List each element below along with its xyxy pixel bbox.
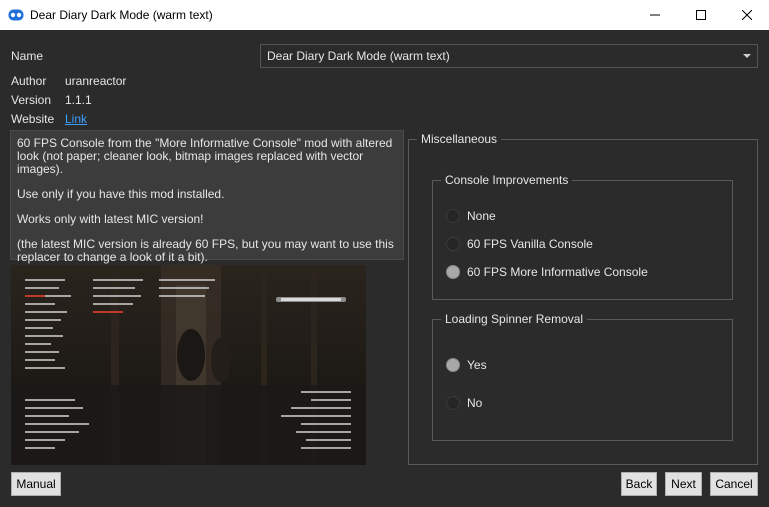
author-value: uranreactor	[65, 74, 127, 88]
radio-label: None	[467, 209, 496, 223]
loading-spinner-group	[432, 319, 733, 441]
version-value: 1.1.1	[65, 93, 92, 107]
title-bar: Dear Diary Dark Mode (warm text)	[0, 0, 769, 30]
minimize-icon	[650, 14, 660, 16]
radio-label: No	[467, 396, 483, 410]
maximize-icon	[696, 10, 706, 20]
cancel-button[interactable]: Cancel	[710, 472, 758, 496]
description-paragraph: Use only if you have this mod installed.	[17, 187, 225, 201]
author-label: Author	[11, 74, 47, 88]
radio-button-selected[interactable]	[446, 358, 460, 372]
website-label: Website	[11, 112, 55, 126]
console-improvements-title: Console Improvements	[441, 173, 573, 187]
radio-label: 60 FPS More Informative Console	[467, 265, 648, 279]
description-paragraph: Works only with latest MIC version!	[17, 212, 204, 226]
name-label: Name	[11, 49, 44, 63]
radio-button[interactable]	[446, 209, 460, 223]
radio-button[interactable]	[446, 396, 460, 410]
manual-button[interactable]: Manual	[11, 472, 61, 496]
website-link[interactable]: Link	[65, 112, 87, 126]
description-paragraph: (the latest MIC version is already 60 FP…	[17, 237, 398, 264]
preview-scene	[11, 265, 366, 465]
next-button[interactable]: Next	[665, 472, 702, 496]
radio-button[interactable]	[446, 237, 460, 251]
minimize-button[interactable]	[632, 0, 678, 30]
name-dropdown[interactable]: Dear Diary Dark Mode (warm text)	[260, 44, 758, 68]
preview-image	[11, 265, 366, 465]
loading-spinner-title: Loading Spinner Removal	[441, 312, 588, 326]
close-button[interactable]	[724, 0, 769, 30]
radio-spinner-no[interactable]: No	[446, 396, 482, 410]
app-icon	[8, 9, 24, 21]
description-box: 60 FPS Console from the "More Informativ…	[10, 130, 404, 264]
radio-spinner-yes[interactable]: Yes	[446, 358, 487, 372]
radio-button-selected[interactable]	[446, 265, 460, 279]
back-button[interactable]: Back	[621, 472, 657, 496]
radio-label: Yes	[467, 358, 487, 372]
radio-console-mic[interactable]: 60 FPS More Informative Console	[446, 265, 648, 279]
radio-console-vanilla[interactable]: 60 FPS Vanilla Console	[446, 237, 593, 251]
radio-label: 60 FPS Vanilla Console	[467, 237, 593, 251]
version-label: Version	[11, 93, 52, 107]
maximize-button[interactable]	[678, 0, 724, 30]
miscellaneous-group-title: Miscellaneous	[417, 132, 502, 146]
window-title: Dear Diary Dark Mode (warm text)	[30, 8, 213, 22]
description-paragraph: 60 FPS Console from the "More Informativ…	[17, 136, 396, 176]
close-icon	[742, 10, 752, 20]
name-dropdown-value: Dear Diary Dark Mode (warm text)	[267, 49, 450, 63]
chevron-down-icon	[743, 54, 751, 58]
radio-console-none[interactable]: None	[446, 209, 496, 223]
